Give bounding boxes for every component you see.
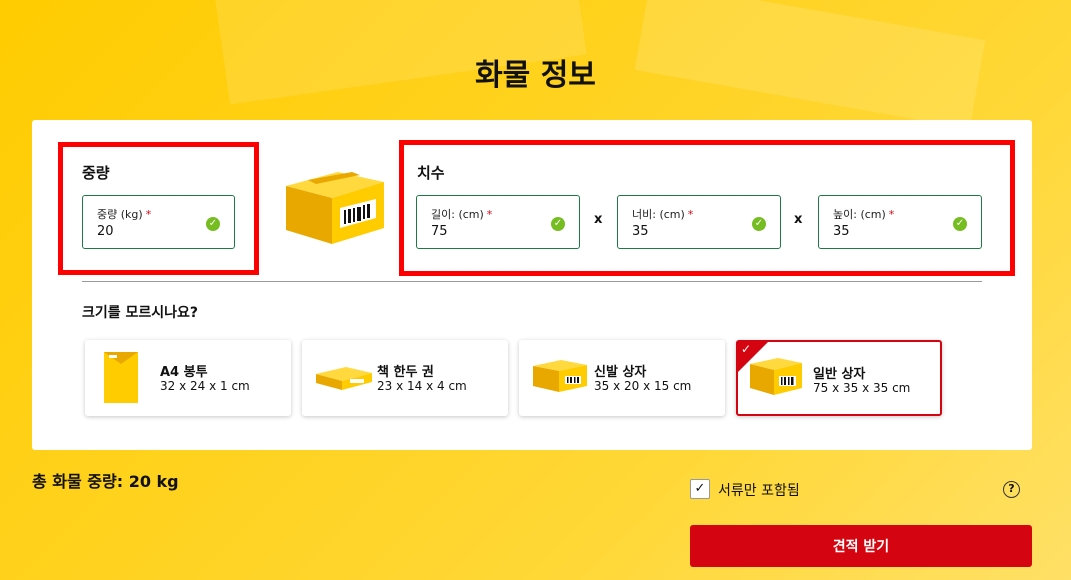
- valid-check-icon: ✓: [551, 217, 565, 231]
- dimensions-section-label: 치수: [417, 164, 445, 182]
- divider: [82, 281, 982, 282]
- preset-size: 35 x 20 x 15 cm: [594, 379, 692, 393]
- width-field-label: 너비: (cm) *: [632, 208, 694, 221]
- total-weight: 총 화물 중량: 20 kg: [32, 472, 179, 491]
- weight-field-label: 중량 (kg) *: [97, 208, 152, 221]
- selected-check-icon: ✓: [741, 342, 752, 356]
- weight-value[interactable]: 20: [97, 224, 114, 239]
- preset-a4-envelope[interactable]: A4 봉투 32 x 24 x 1 cm: [85, 340, 291, 416]
- width-value[interactable]: 35: [632, 224, 649, 239]
- shipment-card: 중량 중량 (kg) * 20 ✓ 치수 길이: (cm) * 75 ✓ x 너비:…: [32, 120, 1032, 450]
- preset-name: A4 봉투: [160, 365, 208, 380]
- preset-name: 신발 상자: [594, 365, 647, 380]
- times-symbol: x: [594, 212, 603, 227]
- valid-check-icon: ✓: [953, 217, 967, 231]
- height-field[interactable]: 높이: (cm) * 35 ✓: [818, 195, 982, 249]
- envelope-icon: [104, 352, 138, 403]
- height-field-label: 높이: (cm) *: [833, 208, 895, 221]
- height-value[interactable]: 35: [833, 224, 850, 239]
- preset-general-box[interactable]: ✓ 일반 상자 75 x 35 x 35 cm: [736, 340, 942, 416]
- length-field[interactable]: 길이: (cm) * 75 ✓: [416, 195, 580, 249]
- preset-size: 75 x 35 x 35 cm: [813, 381, 911, 395]
- package-box-icon: [286, 172, 384, 244]
- length-field-label: 길이: (cm) *: [431, 208, 493, 221]
- preset-size: 23 x 14 x 4 cm: [377, 379, 467, 393]
- valid-check-icon: ✓: [206, 217, 220, 231]
- preset-name: 일반 상자: [813, 367, 866, 382]
- get-quote-button[interactable]: 견적 받기: [690, 525, 1032, 567]
- valid-check-icon: ✓: [752, 217, 766, 231]
- times-symbol: x: [794, 212, 803, 227]
- width-field[interactable]: 너비: (cm) * 35 ✓: [617, 195, 781, 249]
- shoe-box-icon: [533, 360, 587, 392]
- documents-only-checkbox[interactable]: ✓: [690, 479, 710, 499]
- preset-size: 32 x 24 x 1 cm: [160, 379, 250, 393]
- flat-box-icon: [316, 367, 372, 390]
- weight-field[interactable]: 중량 (kg) * 20 ✓: [82, 195, 235, 249]
- preset-shoe-box[interactable]: 신발 상자 35 x 20 x 15 cm: [519, 340, 725, 416]
- box-icon: [750, 358, 802, 395]
- unsure-size-title: 크기를 모르시나요?: [82, 305, 199, 321]
- documents-only-label[interactable]: 서류만 포함됨: [718, 480, 800, 500]
- weight-section-label: 중량: [82, 164, 110, 182]
- page-title: 화물 정보: [475, 58, 596, 93]
- preset-name: 책 한두 권: [377, 365, 434, 380]
- help-icon[interactable]: ?: [1003, 481, 1020, 498]
- preset-books[interactable]: 책 한두 권 23 x 14 x 4 cm: [302, 340, 508, 416]
- length-value[interactable]: 75: [431, 224, 448, 239]
